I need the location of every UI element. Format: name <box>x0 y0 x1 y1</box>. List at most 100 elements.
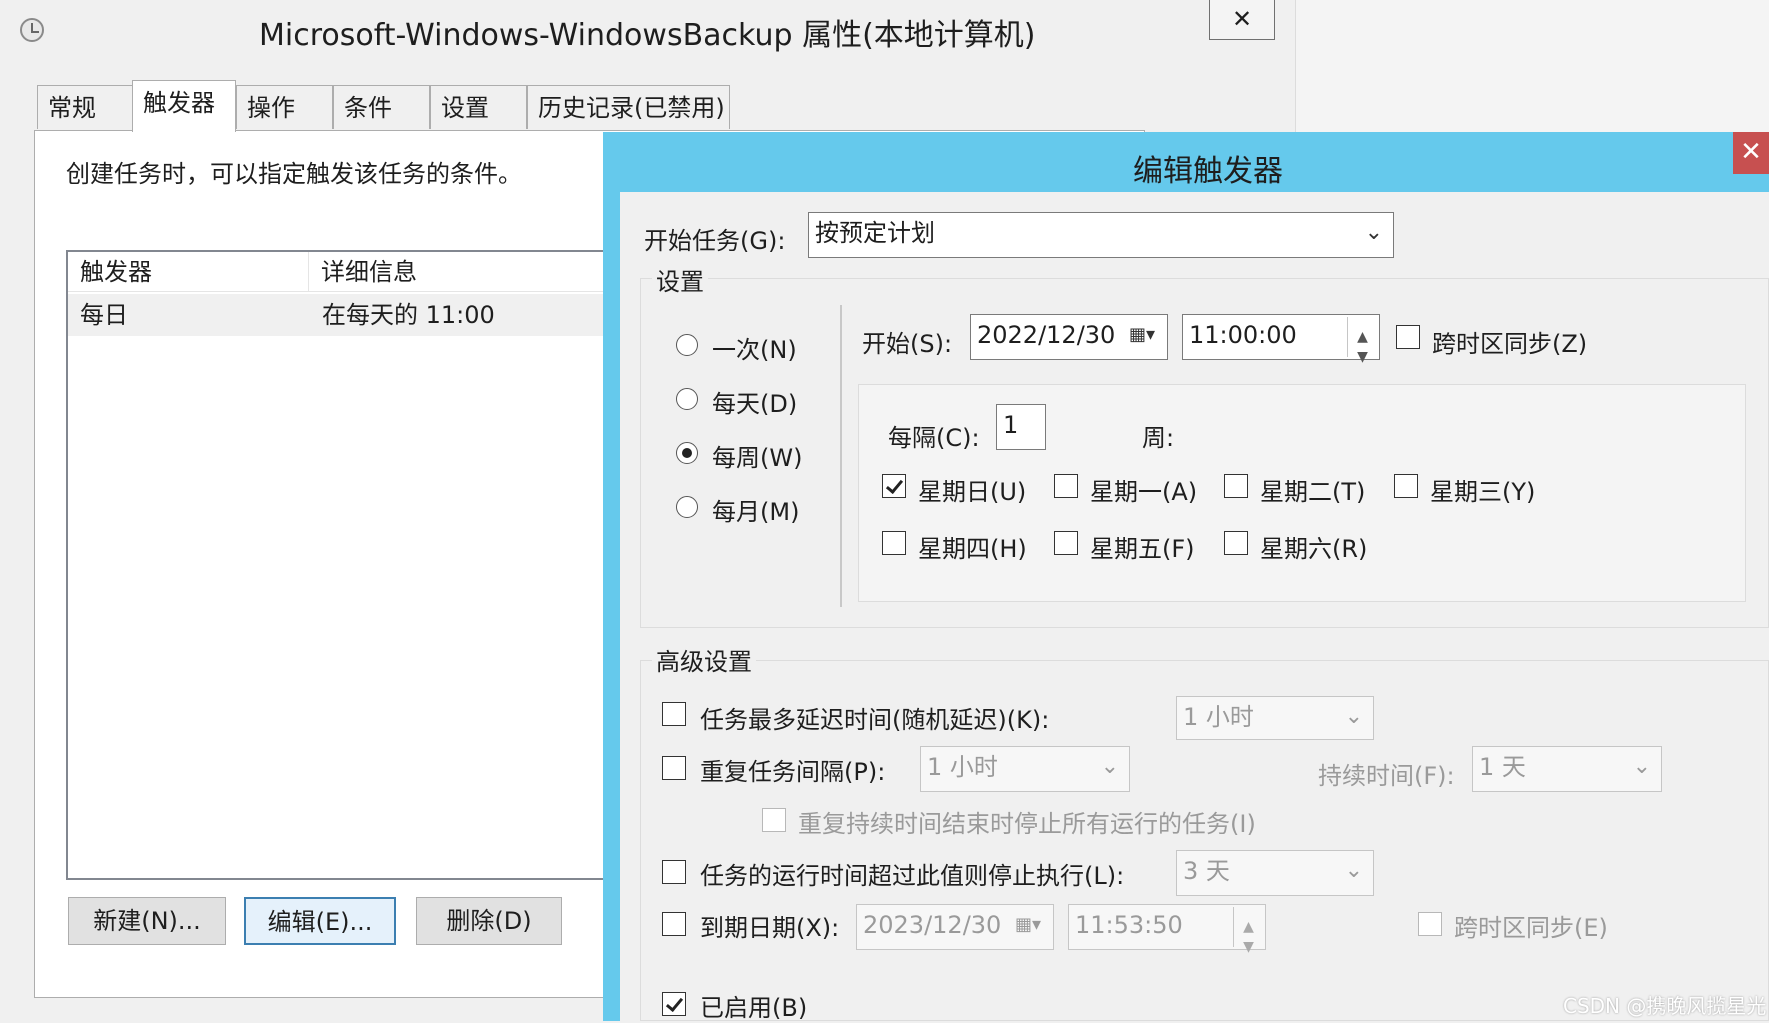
column-header-detail[interactable]: 详细信息 <box>309 252 609 292</box>
close-button[interactable]: ✕ <box>1209 0 1275 40</box>
sync-timezone-label[interactable]: 跨时区同步(Z) <box>1432 324 1587 359</box>
repeat-checkbox[interactable] <box>662 756 686 780</box>
recur-unit: 周: <box>1142 424 1175 452</box>
dialog-title: 编辑触发器 <box>1133 154 1283 189</box>
expire-date-picker[interactable]: 2023/12/30 ▦▾ <box>856 904 1054 950</box>
saturday-label[interactable]: 星期六(R) <box>1260 529 1367 564</box>
sunday-label[interactable]: 星期日(U) <box>918 472 1026 507</box>
window-title: Microsoft-Windows-WindowsBackup 属性(本地计算机… <box>259 18 1036 53</box>
tab-general[interactable]: 常规 <box>37 85 134 129</box>
enabled-checkbox[interactable] <box>662 992 686 1016</box>
row-trigger: 每日 <box>80 301 128 329</box>
radio-monthly[interactable] <box>676 496 698 518</box>
begin-task-label: 开始任务(G): <box>644 227 786 255</box>
spin-down-icon[interactable]: ▼ <box>1348 337 1377 377</box>
chevron-down-icon: ⌄ <box>1344 858 1363 883</box>
start-date-value: 2022/12/30 <box>977 321 1116 349</box>
begin-task-select[interactable]: 按预定计划 ⌄ <box>808 212 1394 258</box>
repeat-value: 1 小时 <box>927 753 998 781</box>
repeat-label[interactable]: 重复任务间隔(P): <box>700 752 885 787</box>
advanced-group-label: 高级设置 <box>652 642 756 677</box>
time-spinner[interactable]: ▲ ▼ <box>1347 317 1377 365</box>
radio-monthly-label[interactable]: 每月(M) <box>712 492 799 527</box>
time-spinner[interactable]: ▲ ▼ <box>1233 907 1263 955</box>
recur-input[interactable]: 1 <box>996 404 1046 450</box>
stop-longer-value: 3 天 <box>1183 857 1230 885</box>
tuesday-checkbox[interactable] <box>1224 474 1248 498</box>
expire-time-input[interactable]: 11:53:50 ▲ ▼ <box>1068 904 1266 955</box>
wednesday-checkbox[interactable] <box>1394 474 1418 498</box>
wednesday-label[interactable]: 星期三(Y) <box>1430 472 1535 507</box>
tuesday-label[interactable]: 星期二(T) <box>1260 472 1365 507</box>
radio-daily-label[interactable]: 每天(D) <box>712 384 797 419</box>
expire-checkbox[interactable] <box>662 912 686 936</box>
dialog-title-bar: 编辑触发器 <box>603 132 1769 192</box>
edit-button[interactable]: 编辑(E)... <box>244 897 396 945</box>
duration-label: 持续时间(F): <box>1318 762 1455 790</box>
tab-conditions[interactable]: 条件 <box>333 85 430 129</box>
chevron-down-icon: ⌄ <box>1632 754 1651 779</box>
radio-daily[interactable] <box>676 388 698 410</box>
stop-all-label[interactable]: 重复持续时间结束时停止所有运行的任务(I) <box>798 804 1256 839</box>
description-text: 创建任务时，可以指定触发该任务的条件。 <box>66 160 522 188</box>
start-label: 开始(S): <box>862 330 953 358</box>
stop-longer-label[interactable]: 任务的运行时间超过此值则停止执行(L): <box>700 856 1124 891</box>
expire-label[interactable]: 到期日期(X): <box>700 908 839 943</box>
start-date-picker[interactable]: 2022/12/30 ▦▾ <box>970 314 1168 360</box>
delay-label[interactable]: 任务最多延迟时间(随机延迟)(K): <box>700 700 1049 735</box>
delay-value: 1 小时 <box>1183 703 1254 731</box>
expire-date-value: 2023/12/30 <box>863 911 1002 939</box>
radio-weekly[interactable] <box>676 442 698 464</box>
monday-label[interactable]: 星期一(A) <box>1090 472 1197 507</box>
tab-settings[interactable]: 设置 <box>430 85 527 129</box>
recur-value: 1 <box>1003 411 1019 439</box>
enabled-label[interactable]: 已启用(B) <box>700 988 807 1023</box>
row-detail: 在每天的 11:00 <box>322 301 495 329</box>
start-time-value: 11:00:00 <box>1189 321 1297 349</box>
begin-task-value: 按预定计划 <box>815 219 935 247</box>
spin-down-icon[interactable]: ▼ <box>1234 927 1263 967</box>
expire-time-value: 11:53:50 <box>1075 911 1183 939</box>
duration-select[interactable]: 1 天 ⌄ <box>1472 746 1662 792</box>
title-bar: Microsoft-Windows-WindowsBackup 属性(本地计算机… <box>0 0 1145 58</box>
calendar-icon: ▦▾ <box>1128 324 1155 345</box>
background-window <box>1295 0 1769 132</box>
start-time-input[interactable]: 11:00:00 ▲ ▼ <box>1182 314 1380 365</box>
recur-label: 每隔(C): <box>888 424 980 452</box>
radio-weekly-label[interactable]: 每周(W) <box>712 438 802 473</box>
repeat-select[interactable]: 1 小时 ⌄ <box>920 746 1130 792</box>
delay-checkbox[interactable] <box>662 702 686 726</box>
chevron-down-icon: ⌄ <box>1344 704 1363 729</box>
settings-group-label: 设置 <box>652 262 708 297</box>
chevron-down-icon: ⌄ <box>1100 754 1119 779</box>
delay-select[interactable]: 1 小时 ⌄ <box>1176 696 1374 740</box>
clock-icon <box>20 18 44 42</box>
calendar-icon: ▦▾ <box>1014 914 1041 935</box>
stop-longer-checkbox[interactable] <box>662 860 686 884</box>
stop-all-checkbox[interactable] <box>762 808 786 832</box>
monday-checkbox[interactable] <box>1054 474 1078 498</box>
stop-longer-select[interactable]: 3 天 ⌄ <box>1176 850 1374 896</box>
dialog-close-button[interactable]: ✕ <box>1733 132 1769 174</box>
watermark: CSDN @携晚风揽星光 <box>1563 994 1767 1018</box>
divider <box>840 305 842 607</box>
tab-actions[interactable]: 操作 <box>236 85 333 129</box>
expire-sync-label[interactable]: 跨时区同步(E) <box>1454 908 1608 943</box>
saturday-checkbox[interactable] <box>1224 531 1248 555</box>
radio-once-label[interactable]: 一次(N) <box>712 330 797 365</box>
friday-checkbox[interactable] <box>1054 531 1078 555</box>
radio-once[interactable] <box>676 334 698 356</box>
new-button[interactable]: 新建(N)... <box>68 897 226 945</box>
delete-button[interactable]: 删除(D) <box>416 897 562 945</box>
duration-value: 1 天 <box>1479 753 1526 781</box>
tab-history[interactable]: 历史记录(已禁用) <box>527 85 730 129</box>
thursday-label[interactable]: 星期四(H) <box>918 529 1027 564</box>
thursday-checkbox[interactable] <box>882 531 906 555</box>
expire-sync-checkbox[interactable] <box>1418 912 1442 936</box>
sync-timezone-checkbox[interactable] <box>1396 325 1420 349</box>
friday-label[interactable]: 星期五(F) <box>1090 529 1195 564</box>
chevron-down-icon: ⌄ <box>1364 220 1383 245</box>
sunday-checkbox[interactable] <box>882 474 906 498</box>
column-header-trigger[interactable]: 触发器 <box>68 252 309 292</box>
tab-triggers[interactable]: 触发器 <box>132 80 236 132</box>
